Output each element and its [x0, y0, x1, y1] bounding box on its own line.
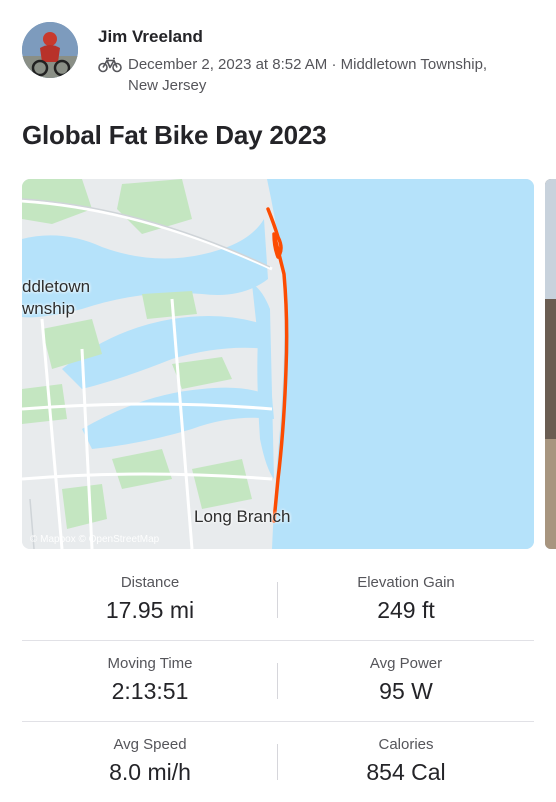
stat-label: Calories: [378, 736, 434, 753]
activity-header: Jim Vreeland December 2, 2023 at 8:52 AM…: [22, 22, 536, 102]
stats-grid: Distance 17.95 mi Elevation Gain 249 ft …: [22, 560, 534, 802]
ocean: [267, 179, 534, 549]
stats-row: Moving Time 2:13:51 Avg Power 95 W: [22, 641, 534, 722]
activity-location-state: New Jersey: [128, 77, 207, 94]
stat-label: Moving Time: [107, 655, 193, 672]
route-map[interactable]: ddletown wnship Long Branch © Mapbox © O…: [22, 179, 534, 549]
stat-value: 2:13:51: [111, 678, 189, 704]
stats-row: Avg Speed 8.0 mi/h Calories 854 Cal: [22, 722, 534, 802]
activity-title[interactable]: Global Fat Bike Day 2023: [22, 120, 327, 151]
stat-label: Elevation Gain: [357, 574, 455, 591]
map-attribution[interactable]: © Mapbox © OpenStreetMap: [30, 534, 159, 545]
stat-label: Avg Power: [369, 655, 443, 672]
stat-value: 95 W: [379, 678, 433, 704]
stat-label: Distance: [120, 574, 180, 591]
avatar[interactable]: [22, 22, 78, 78]
map-label-city: Long Branch: [194, 507, 291, 526]
stats-row: Distance 17.95 mi Elevation Gain 249 ft: [22, 560, 534, 641]
stat-elevation-gain: Elevation Gain 249 ft: [278, 560, 534, 624]
stat-value: 249 ft: [377, 597, 435, 623]
athlete-name[interactable]: Jim Vreeland: [98, 27, 203, 47]
map-label-town-line2: wnship: [22, 299, 75, 318]
stat-avg-speed: Avg Speed 8.0 mi/h: [22, 722, 278, 786]
next-photo-peek[interactable]: [545, 179, 556, 549]
stat-moving-time: Moving Time 2:13:51: [22, 641, 278, 705]
stat-value: 17.95 mi: [105, 597, 195, 623]
map-label-town-line1: ddletown: [22, 277, 91, 296]
stat-value: 8.0 mi/h: [109, 759, 191, 785]
stat-distance: Distance 17.95 mi: [22, 560, 278, 624]
map-canvas: [22, 179, 534, 549]
stat-calories: Calories 854 Cal: [278, 722, 534, 786]
stat-avg-power: Avg Power 95 W: [278, 641, 534, 705]
stat-value: 854 Cal: [366, 759, 446, 785]
stat-label: Avg Speed: [113, 736, 187, 753]
activity-date-location: December 2, 2023 at 8:52 AM · Middletown…: [128, 56, 488, 73]
bike-icon: [98, 57, 122, 73]
